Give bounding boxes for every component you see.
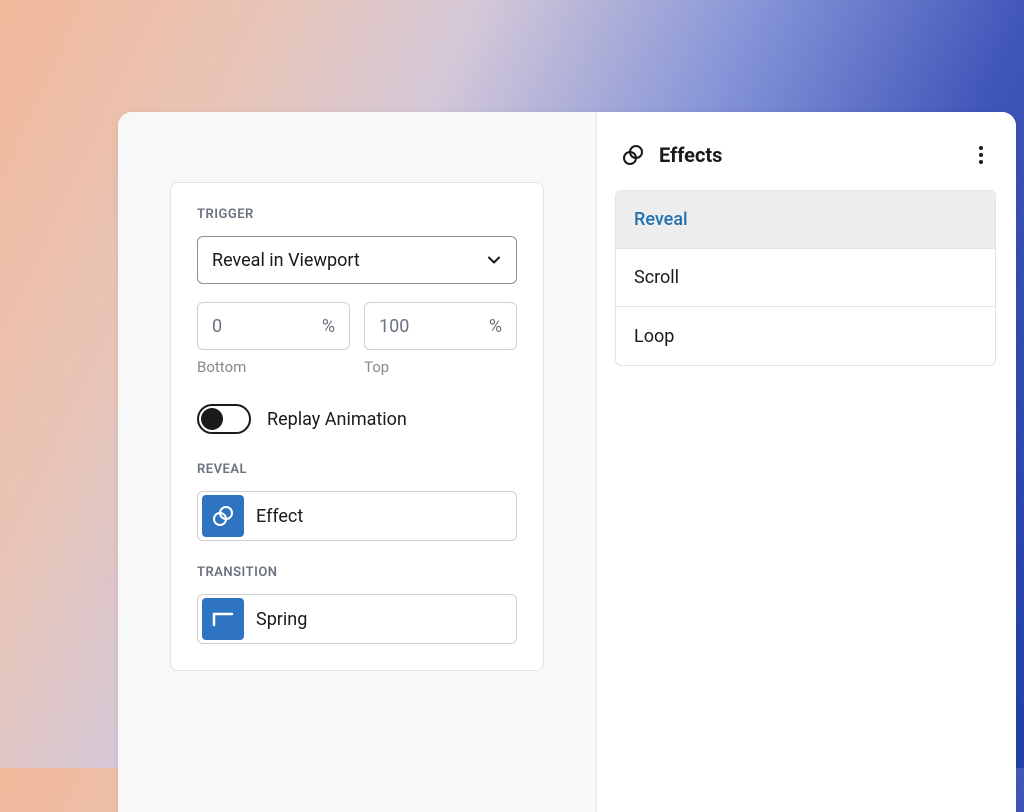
dot-icon [979, 146, 983, 150]
panel-title: Effects [659, 143, 722, 167]
replay-toggle[interactable] [197, 404, 251, 434]
offset-labels: Bottom Top [197, 358, 517, 376]
trigger-value: Reveal in Viewport [212, 250, 360, 271]
curve-icon [202, 598, 244, 640]
replay-label: Replay Animation [267, 409, 407, 430]
list-item-reveal[interactable]: Reveal [616, 191, 995, 249]
effects-list: Reveal Scroll Loop [615, 190, 996, 366]
percent-unit: % [322, 316, 335, 337]
offset-inputs: 0 % 100 % [197, 302, 517, 350]
toggle-knob [201, 408, 223, 430]
app-container: TRIGGER Reveal in Viewport 0 % 100 % Bot… [118, 112, 1016, 812]
replay-row: Replay Animation [197, 404, 517, 434]
reveal-heading: REVEAL [197, 462, 517, 477]
layers-icon [202, 495, 244, 537]
trigger-heading: TRIGGER [197, 207, 517, 222]
top-value: 100 [379, 316, 409, 337]
settings-pane: TRIGGER Reveal in Viewport 0 % 100 % Bot… [118, 112, 596, 812]
transition-value: Spring [256, 609, 307, 630]
effects-sidebar: Effects Reveal Scroll Loop [596, 112, 1016, 812]
percent-unit: % [489, 316, 502, 337]
top-offset-input[interactable]: 100 % [364, 302, 517, 350]
effects-icon [621, 143, 645, 167]
list-item-scroll[interactable]: Scroll [616, 249, 995, 307]
trigger-select[interactable]: Reveal in Viewport [197, 236, 517, 284]
panel-title-wrap: Effects [621, 143, 722, 167]
bottom-value: 0 [212, 316, 222, 337]
top-label: Top [364, 358, 517, 376]
reveal-effect-select[interactable]: Effect [197, 491, 517, 541]
settings-card: TRIGGER Reveal in Viewport 0 % 100 % Bot… [170, 182, 544, 671]
chevron-down-icon [486, 252, 502, 268]
dot-icon [979, 153, 983, 157]
dot-icon [979, 160, 983, 164]
reveal-value: Effect [256, 506, 303, 527]
bottom-label: Bottom [197, 358, 350, 376]
transition-heading: TRANSITION [197, 565, 517, 580]
panel-header: Effects [615, 136, 996, 190]
transition-select[interactable]: Spring [197, 594, 517, 644]
list-item-loop[interactable]: Loop [616, 307, 995, 365]
more-menu-button[interactable] [972, 142, 990, 168]
bottom-offset-input[interactable]: 0 % [197, 302, 350, 350]
